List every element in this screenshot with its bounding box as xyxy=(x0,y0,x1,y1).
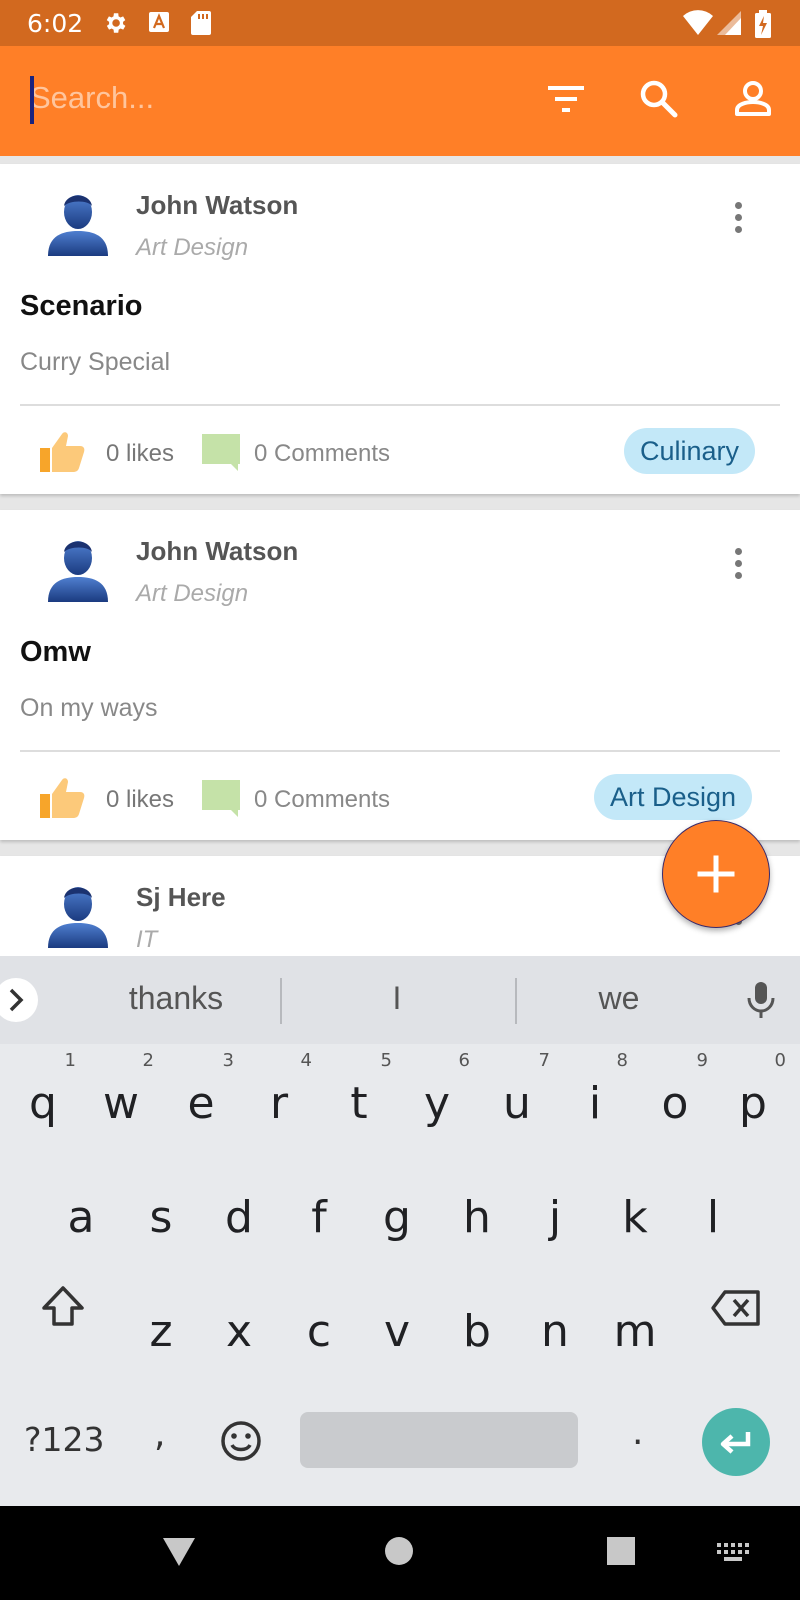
key-j[interactable]: j xyxy=(520,1170,590,1270)
thumbs-up-icon[interactable] xyxy=(38,430,86,474)
chevron-right-icon xyxy=(9,988,24,1012)
text-cursor xyxy=(30,76,34,124)
key-h[interactable]: h xyxy=(442,1170,512,1270)
comment-icon[interactable] xyxy=(200,778,242,818)
plus-icon xyxy=(697,855,734,892)
add-post-button[interactable] xyxy=(662,820,770,928)
likes-count: 0 likes xyxy=(106,786,175,813)
gear-icon xyxy=(106,13,126,33)
navigation-bar xyxy=(0,1506,800,1600)
post-card[interactable]: John Watson Art Design Omw On my ways 0 … xyxy=(0,510,800,840)
key-m[interactable]: m xyxy=(600,1284,670,1384)
post-author: Sj Here xyxy=(136,882,226,912)
key-p[interactable]: 0p xyxy=(718,1050,788,1156)
key-a[interactable]: a xyxy=(46,1170,116,1270)
key-o[interactable]: 9o xyxy=(640,1050,710,1156)
divider xyxy=(20,404,780,406)
key-b[interactable]: b xyxy=(442,1284,512,1384)
home-icon[interactable] xyxy=(384,1536,414,1566)
post-tag[interactable]: Art Design xyxy=(594,774,753,820)
period-key[interactable]: . xyxy=(632,1412,643,1453)
wifi-icon xyxy=(683,10,713,36)
enter-button[interactable] xyxy=(702,1408,770,1476)
likes-count: 0 likes xyxy=(106,440,175,467)
post-author: John Watson xyxy=(136,190,299,220)
soft-keyboard: thanks I we 1q 2w 3e 4r 5t 6y 7u 8i 9o 0… xyxy=(0,956,800,1506)
avatar xyxy=(48,541,108,602)
a-notification-icon xyxy=(149,12,169,32)
key-w[interactable]: 2w xyxy=(86,1050,156,1156)
app-bar xyxy=(0,46,800,156)
comment-icon[interactable] xyxy=(200,432,242,472)
battery-charging-icon xyxy=(755,10,771,38)
key-y[interactable]: 6y xyxy=(402,1050,472,1156)
key-z[interactable]: z xyxy=(126,1284,196,1384)
suggestion-1[interactable]: thanks xyxy=(76,980,276,1017)
keyboard-switch-icon[interactable] xyxy=(716,1542,750,1564)
avatar xyxy=(48,887,108,948)
account-icon[interactable] xyxy=(734,80,772,118)
key-g[interactable]: g xyxy=(362,1170,432,1270)
key-v[interactable]: v xyxy=(362,1284,432,1384)
suggestion-3[interactable]: we xyxy=(519,980,719,1017)
post-category: IT xyxy=(136,926,158,953)
post-card[interactable]: John Watson Art Design Scenario Curry Sp… xyxy=(0,164,800,494)
key-k[interactable]: k xyxy=(600,1170,670,1270)
key-l[interactable]: l xyxy=(678,1170,748,1270)
key-x[interactable]: x xyxy=(204,1284,274,1384)
thumbs-up-icon[interactable] xyxy=(38,776,86,820)
shift-icon[interactable] xyxy=(40,1284,86,1330)
more-options-icon[interactable] xyxy=(726,202,750,242)
key-e[interactable]: 3e xyxy=(166,1050,236,1156)
status-time: 6:02 xyxy=(27,9,84,38)
spacebar[interactable] xyxy=(300,1412,578,1468)
divider xyxy=(515,978,517,1024)
key-s[interactable]: s xyxy=(126,1170,196,1270)
recents-icon[interactable] xyxy=(606,1536,636,1566)
backspace-icon[interactable] xyxy=(710,1288,762,1328)
key-n[interactable]: n xyxy=(520,1284,590,1384)
key-c[interactable]: c xyxy=(284,1284,354,1384)
mic-icon[interactable] xyxy=(746,980,776,1020)
back-icon[interactable] xyxy=(162,1536,196,1568)
divider xyxy=(280,978,282,1024)
key-u[interactable]: 7u xyxy=(482,1050,552,1156)
post-author: John Watson xyxy=(136,536,299,566)
post-title: Omw xyxy=(20,636,91,668)
search-input[interactable] xyxy=(30,76,490,120)
key-t[interactable]: 5t xyxy=(324,1050,394,1156)
key-i[interactable]: 8i xyxy=(560,1050,630,1156)
post-tag[interactable]: Culinary xyxy=(624,428,756,474)
status-bar: 6:02 xyxy=(0,0,800,46)
comments-count: 0 Comments xyxy=(254,786,391,813)
key-d[interactable]: d xyxy=(204,1170,274,1270)
emoji-icon[interactable] xyxy=(220,1420,262,1462)
expand-toolbar-button[interactable] xyxy=(0,978,38,1022)
divider xyxy=(20,750,780,752)
post-title: Scenario xyxy=(20,290,143,322)
key-f[interactable]: f xyxy=(284,1170,354,1270)
search-icon[interactable] xyxy=(640,80,678,118)
more-options-icon[interactable] xyxy=(726,548,750,588)
post-category: Art Design xyxy=(136,234,249,261)
key-q[interactable]: 1q xyxy=(8,1050,78,1156)
avatar xyxy=(48,195,108,256)
signal-icon xyxy=(717,11,741,35)
comments-count: 0 Comments xyxy=(254,440,391,467)
key-r[interactable]: 4r xyxy=(244,1050,314,1156)
sd-card-icon xyxy=(191,11,211,35)
symbols-key[interactable]: ?123 xyxy=(24,1420,105,1459)
suggestion-strip: thanks I we xyxy=(0,956,800,1044)
comma-key[interactable]: , xyxy=(154,1414,165,1455)
post-category: Art Design xyxy=(136,580,249,607)
post-body: On my ways xyxy=(20,694,158,722)
filter-icon[interactable] xyxy=(548,84,584,114)
enter-icon xyxy=(720,1432,751,1454)
post-body: Curry Special xyxy=(20,348,171,376)
suggestion-2[interactable]: I xyxy=(297,980,497,1017)
